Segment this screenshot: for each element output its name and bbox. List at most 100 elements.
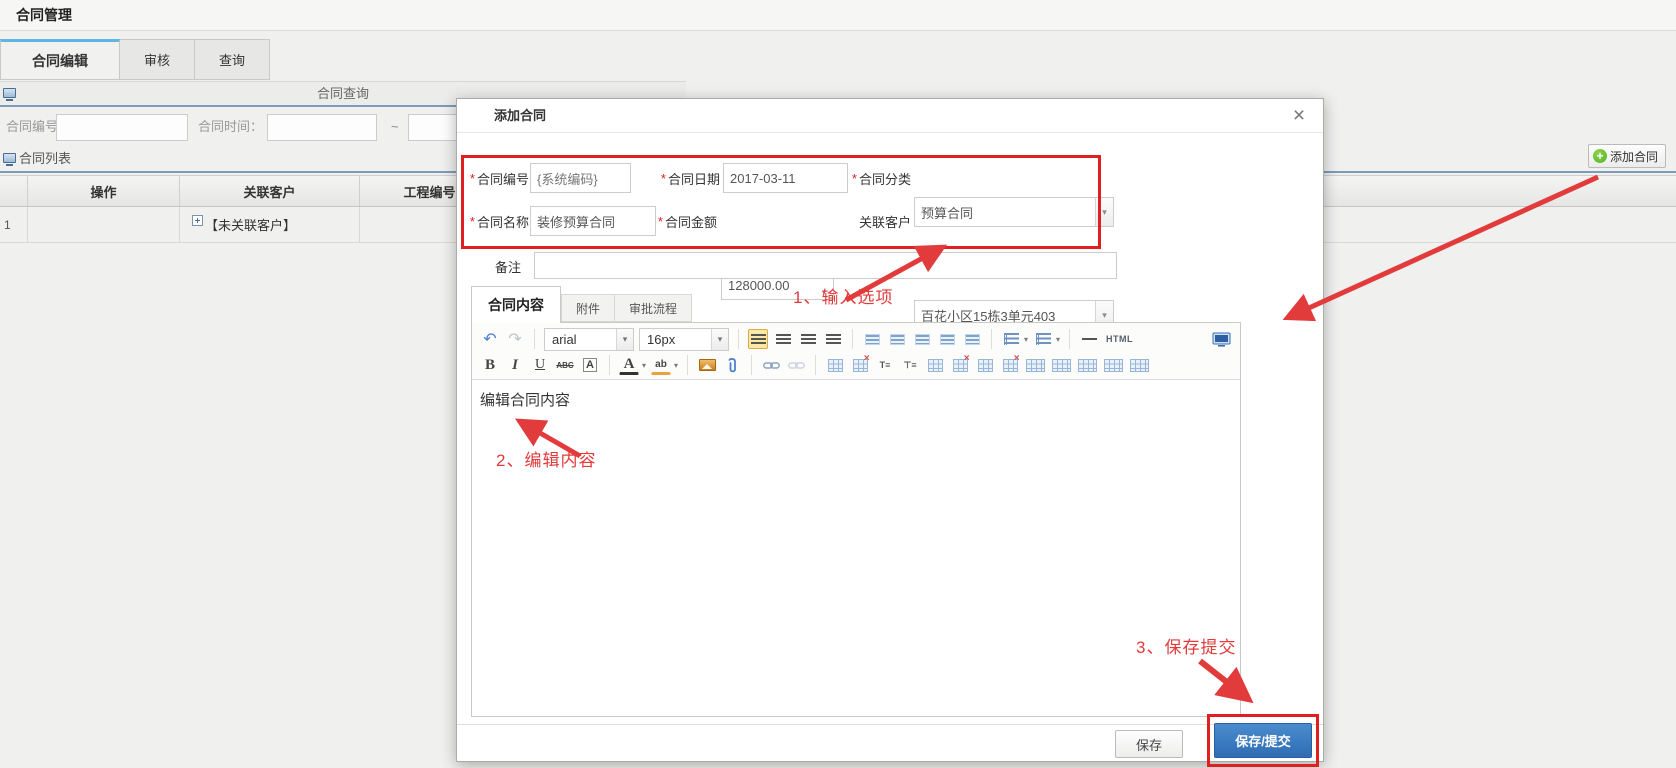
modal-title-bar: 添加合同 × (457, 99, 1323, 133)
ordered-list-icon[interactable] (1001, 329, 1021, 349)
contract-no-field-label: * 合同编号 (465, 163, 529, 193)
tab-audit[interactable]: 审核 (120, 39, 195, 80)
align-justify-icon[interactable] (823, 329, 843, 349)
chevron-down-icon[interactable]: ▾ (711, 329, 728, 350)
contract-time-from-input[interactable] (267, 114, 377, 141)
font-size-value: 16px (647, 332, 675, 347)
fullscreen-icon[interactable] (1211, 329, 1232, 349)
remark-field[interactable] (534, 252, 1117, 279)
align-center-icon[interactable] (773, 329, 793, 349)
split-row-icon[interactable] (1103, 355, 1124, 375)
chevron-down-icon[interactable]: ▾ (616, 329, 633, 350)
insert-table-icon[interactable] (825, 355, 845, 375)
contract-type-field-label: * 合同分类 (845, 163, 911, 193)
delete-col-icon[interactable] (1000, 355, 1020, 375)
indent-icon[interactable] (912, 329, 932, 349)
line-height-icon[interactable] (862, 329, 882, 349)
outdent-icon[interactable] (887, 329, 907, 349)
annotation-step3: 3、保存提交 (1136, 633, 1236, 658)
tab-approval-flow[interactable]: 审批流程 (615, 294, 692, 322)
highlight-caret-icon[interactable]: ▾ (674, 361, 678, 370)
paragraph-rtl-icon[interactable] (962, 329, 982, 349)
annotation-step2: 2、编辑内容 (496, 446, 596, 471)
font-family-select[interactable]: arial ▾ (544, 328, 634, 351)
tab-contract-edit[interactable]: 合同编辑 (0, 39, 120, 80)
required-marker: * (661, 171, 666, 186)
related-customer-field-label: 关联客户 (853, 206, 911, 236)
tab-attachments[interactable]: 附件 (561, 294, 615, 322)
merge-cells-icon[interactable] (1025, 355, 1046, 375)
panel-monitor-icon (3, 153, 16, 163)
unordered-list-caret-icon[interactable]: ▾ (1056, 335, 1060, 344)
bold-icon[interactable]: B (480, 355, 500, 375)
align-left-icon[interactable] (748, 329, 768, 349)
remove-format-icon[interactable]: A (580, 355, 600, 375)
font-color-icon[interactable]: A (619, 355, 639, 375)
contract-list-title: 合同列表 (19, 148, 71, 170)
modal-footer-divider (457, 724, 1323, 725)
delete-row-icon[interactable] (950, 355, 970, 375)
contract-type-select[interactable]: 预算合同 ▾ (914, 197, 1114, 227)
contract-no-input[interactable] (56, 114, 188, 141)
expand-icon[interactable] (192, 215, 203, 226)
modal-title: 添加合同 (494, 99, 546, 133)
contract-name-field[interactable] (530, 206, 656, 236)
contract-date-field[interactable] (723, 163, 848, 193)
contract-amount-field-label: * 合同金额 (649, 206, 717, 236)
italic-icon[interactable]: I (505, 355, 525, 375)
table-props-icon[interactable]: T≡ (875, 355, 895, 375)
row-customer: 【未关联客户】 (180, 207, 360, 242)
unlink-icon[interactable] (786, 355, 806, 375)
editor-toolbar: ↶ ↷ arial ▾ 16px ▾ (472, 323, 1240, 380)
contract-name-field-label: * 合同名称 (465, 206, 529, 236)
annotation-step1: 1、输入选项 (793, 283, 893, 308)
add-contract-button[interactable]: + 添加合同 (1588, 144, 1666, 168)
range-separator: ~ (391, 108, 399, 146)
underline-icon[interactable]: U (530, 355, 550, 375)
plus-icon: + (1593, 149, 1607, 163)
align-right-icon[interactable] (798, 329, 818, 349)
row-index: 1 (0, 207, 28, 242)
strikethrough-icon[interactable]: ABC (555, 355, 575, 375)
split-col-icon[interactable] (1129, 355, 1150, 375)
paragraph-ltr-icon[interactable] (937, 329, 957, 349)
font-color-caret-icon[interactable]: ▾ (642, 361, 646, 370)
ordered-list-caret-icon[interactable]: ▾ (1024, 335, 1028, 344)
font-family-value: arial (552, 332, 577, 347)
contract-no-field[interactable] (530, 163, 631, 193)
editor-content-area[interactable]: 编辑合同内容 (472, 380, 1240, 717)
cell-props-icon[interactable]: ⊤≡ (900, 355, 920, 375)
row-customer-label: 【未关联客户】 (205, 215, 296, 234)
save-submit-button[interactable]: 保存/提交 (1214, 723, 1312, 758)
undo-icon[interactable]: ↶ (480, 329, 500, 349)
tab-contract-content[interactable]: 合同内容 (471, 286, 561, 323)
highlight-color-icon[interactable]: ab (651, 355, 671, 375)
horizontal-rule-icon[interactable] (1079, 329, 1099, 349)
merge-down-icon[interactable] (1077, 355, 1098, 375)
add-contract-button-label: 添加合同 (1610, 148, 1658, 165)
unordered-list-icon[interactable] (1033, 329, 1053, 349)
html-source-button[interactable]: HTML (1104, 334, 1135, 344)
insert-col-icon[interactable] (975, 355, 995, 375)
add-contract-modal: 添加合同 × * 合同编号 * 合同日期 * 合同分类 预算合同 ▾ (456, 98, 1324, 762)
tab-query[interactable]: 查询 (195, 39, 270, 80)
insert-image-icon[interactable] (697, 355, 717, 375)
required-marker: * (852, 171, 857, 186)
editor-content-text: 编辑合同内容 (480, 392, 570, 409)
chevron-down-icon[interactable]: ▾ (1095, 198, 1113, 226)
contract-type-value: 预算合同 (921, 203, 973, 222)
redo-icon[interactable]: ↷ (505, 329, 525, 349)
merge-right-icon[interactable] (1051, 355, 1072, 375)
rich-text-editor: ↶ ↷ arial ▾ 16px ▾ (471, 322, 1241, 717)
page-title: 合同管理 (16, 0, 72, 31)
remark-field-label: 备注 (487, 251, 521, 281)
save-button[interactable]: 保存 (1115, 730, 1183, 758)
col-customer: 关联客户 (180, 176, 360, 206)
insert-row-icon[interactable] (925, 355, 945, 375)
contract-date-field-label: * 合同日期 (649, 163, 720, 193)
attachment-icon[interactable] (722, 355, 742, 375)
link-icon[interactable] (761, 355, 781, 375)
font-size-select[interactable]: 16px ▾ (639, 328, 729, 351)
close-icon[interactable]: × (1287, 103, 1311, 129)
delete-table-icon[interactable] (850, 355, 870, 375)
